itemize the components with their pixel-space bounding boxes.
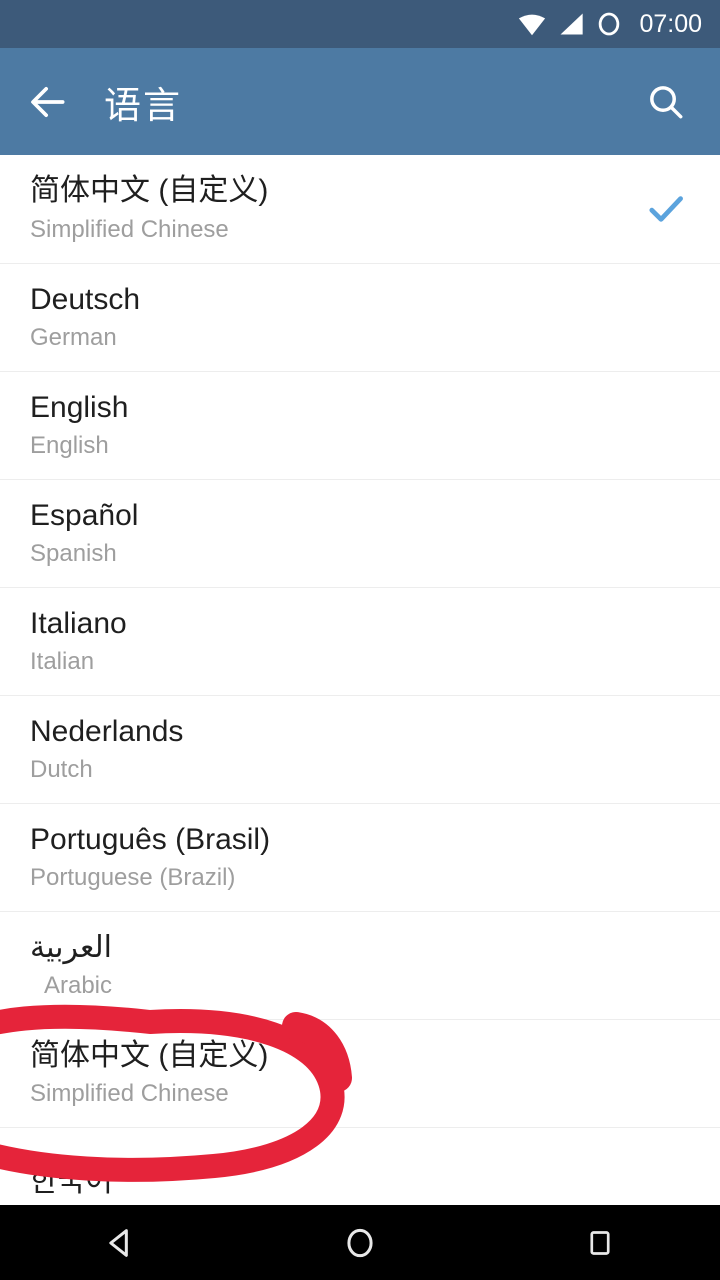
language-row-title: 한국어: [30, 1164, 113, 1198]
language-row-subtitle: Simplified Chinese: [30, 1080, 229, 1108]
recents-nav-button[interactable]: [525, 1205, 675, 1280]
language-row-subtitle: Portuguese (Brazil): [30, 864, 236, 892]
language-row-subtitle: Arabic: [43, 972, 112, 1000]
language-row-texts: العربية Arabic: [30, 930, 112, 1001]
selected-check-icon: [640, 186, 692, 232]
triangle-left-icon: [109, 1228, 128, 1257]
language-row-subtitle: Simplified Chinese: [30, 215, 229, 243]
language-row[interactable]: 한국어: [0, 1127, 720, 1205]
language-list[interactable]: 简体中文 (自定义) Simplified Chinese Deutsch Germa…: [0, 155, 720, 1205]
back-button[interactable]: [0, 48, 96, 155]
navigation-bar: [0, 1205, 720, 1280]
language-row[interactable]: Deutsch German: [0, 263, 720, 371]
back-nav-button[interactable]: [45, 1205, 195, 1280]
language-row[interactable]: Italiano Italian: [0, 587, 720, 695]
language-row[interactable]: Español Spanish: [0, 479, 720, 587]
circle-icon: [347, 1228, 373, 1257]
language-row-texts: Italiano Italian: [30, 606, 127, 677]
app-bar: 语言: [0, 48, 720, 155]
language-row-title: Nederlands: [30, 714, 184, 748]
search-button[interactable]: [620, 48, 712, 155]
language-row-subtitle: German: [30, 324, 117, 352]
battery-circle-icon: [599, 12, 620, 36]
language-row[interactable]: English English: [0, 371, 720, 479]
language-row-subtitle: Spanish: [30, 540, 117, 568]
phone-screen: 07:00 语言 简体中文 (自定义) Simplified Chinese Deu…: [0, 0, 720, 1280]
page-title: 语言: [104, 84, 182, 126]
language-row-title: Italiano: [30, 606, 127, 640]
language-row-texts: 简体中文 (自定义) Simplified Chinese: [30, 173, 268, 244]
language-row[interactable]: Português (Brasil) Portuguese (Brazil): [0, 803, 720, 911]
language-row[interactable]: 简体中文 (自定义) Simplified Chinese: [0, 1019, 720, 1127]
language-row-texts: 简体中文 (自定义) Simplified Chinese: [30, 1038, 268, 1109]
language-row-subtitle: English: [30, 432, 109, 460]
status-bar: 07:00: [0, 0, 720, 48]
language-row-texts: Português (Brasil) Portuguese (Brazil): [30, 822, 270, 893]
language-row-texts: Español Spanish: [30, 498, 138, 569]
status-bar-clock: 07:00: [639, 9, 702, 38]
language-row-subtitle: Dutch: [30, 756, 93, 784]
home-nav-button[interactable]: [285, 1205, 435, 1280]
language-row-title: Português (Brasil): [30, 822, 271, 856]
language-row[interactable]: العربية Arabic: [0, 911, 720, 1019]
signal-icon: [560, 13, 584, 35]
language-row-texts: Nederlands Dutch: [30, 714, 183, 785]
language-row-texts: Deutsch German: [30, 282, 140, 353]
search-icon: [650, 85, 683, 118]
arrow-left-icon: [31, 86, 65, 117]
language-row-title: Español: [30, 498, 139, 532]
status-bar-icons: 07:00: [517, 9, 702, 39]
language-row-title: 简体中文 (自定义): [30, 174, 269, 208]
language-row-title: Deutsch: [30, 282, 141, 316]
language-row-texts: English English: [30, 390, 128, 461]
language-row[interactable]: 简体中文 (自定义) Simplified Chinese: [0, 155, 720, 263]
language-row-title: 简体中文 (自定义): [30, 1038, 269, 1072]
square-icon: [590, 1230, 610, 1255]
wifi-icon: [519, 14, 546, 36]
language-row-title: العربية: [30, 930, 112, 964]
language-row-title: English: [30, 390, 129, 424]
language-row[interactable]: Nederlands Dutch: [0, 695, 720, 803]
language-row-texts: 한국어: [30, 1164, 113, 1199]
language-row-subtitle: Italian: [30, 648, 95, 676]
